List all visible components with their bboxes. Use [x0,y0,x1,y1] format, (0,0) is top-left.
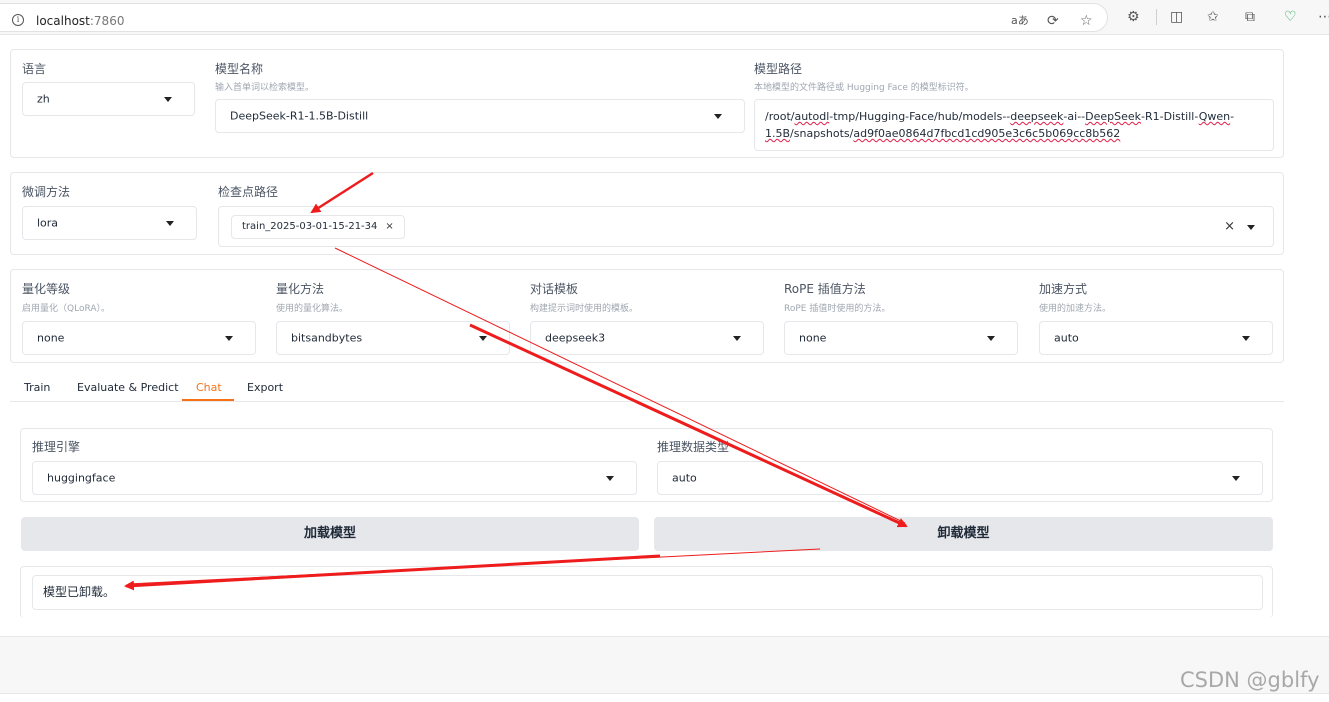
infer-dtype-dropdown[interactable]: auto [657,461,1263,495]
info-icon[interactable]: i [12,14,24,26]
chevron-down-icon [1242,336,1250,341]
booster-dropdown[interactable]: auto [1039,321,1273,355]
model-name-dropdown[interactable]: DeepSeek-R1-1.5B-Distill [215,99,745,133]
finetune-method-label: 微调方法 [22,185,71,199]
language-dropdown[interactable]: zh [22,82,195,116]
checkpoint-path-multiselect[interactable]: train_2025-03-01-15-21-34 × × [218,206,1274,247]
refresh-icon[interactable]: ⟳ [1047,13,1059,29]
model-path-label: 模型路径 [754,62,803,76]
chevron-down-icon [1232,476,1240,481]
quantization-method-dropdown[interactable]: bitsandbytes [276,321,510,355]
chevron-down-icon[interactable] [1247,224,1255,230]
chevron-down-icon [164,97,172,102]
chevron-down-icon [987,336,995,341]
tab-train[interactable]: Train [24,381,50,394]
model-name-label: 模型名称 [215,62,264,76]
more-icon[interactable]: ⋯ [1318,9,1329,25]
quantization-bit-dropdown[interactable]: none [22,321,256,355]
quantization-bit-hint: 启用量化（QLoRA）。 [22,304,110,314]
model-name-hint: 输入首单词以检索模型。 [215,83,315,93]
infer-backend-label: 推理引擎 [32,440,81,454]
checkpoint-path-label: 检查点路径 [218,185,279,199]
quantization-method-hint: 使用的量化算法。 [276,304,349,314]
finetune-method-dropdown[interactable]: lora [22,206,197,240]
rope-scaling-dropdown[interactable]: none [784,321,1018,355]
tab-export[interactable]: Export [247,381,283,394]
chevron-down-icon [225,336,233,341]
model-path-line-2: 1.5B/snapshots/ad9f0ae0864d7fbcd1cd905e3… [765,127,1121,140]
active-tab-indicator [182,399,234,401]
template-hint: 构建提示词时使用的模板。 [530,304,639,314]
clear-icon[interactable]: × [1224,219,1235,234]
booster-label: 加速方式 [1039,282,1088,296]
model-path-line-1: /root/autodl-tmp/Hugging-Face/hub/models… [765,110,1235,123]
load-model-button[interactable]: 加载模型 [21,517,639,551]
tab-chat[interactable]: Chat [196,381,222,394]
chevron-down-icon [733,336,741,341]
info-textbox[interactable]: 模型已卸载。 [32,575,1263,610]
model-path-hint: 本地模型的文件路径或 Hugging Face 的模型标识符。 [754,83,974,93]
inference-settings-panel: 推理引擎 huggingface 推理数据类型 auto [20,428,1273,502]
tab-evaluate-predict[interactable]: Evaluate & Predict [77,381,179,394]
favorite-star-icon[interactable]: ☆ [1080,13,1093,29]
watermark-text: CSDN @gblfy [1180,668,1320,692]
info-panel: 模型已卸载。 [20,566,1273,618]
chevron-down-icon [606,476,614,481]
template-dropdown[interactable]: deepseek3 [530,321,764,355]
chevron-down-icon [479,336,487,341]
chevron-down-icon [166,221,174,226]
infer-dtype-label: 推理数据类型 [657,440,730,454]
infer-backend-dropdown[interactable]: huggingface [32,461,637,495]
advanced-settings-panel: 量化等级 启用量化（QLoRA）。 none 量化方法 使用的量化算法。 bit… [10,269,1284,363]
booster-hint: 使用的加速方法。 [1039,304,1112,314]
toolbar-separator [1156,9,1157,25]
split-screen-icon[interactable]: ◫ [1170,9,1183,25]
language-label: 语言 [22,62,47,76]
rope-scaling-label: RoPE 插值方法 [784,282,866,296]
finetune-panel: 微调方法 lora 检查点路径 train_2025-03-01-15-21-3… [10,172,1284,255]
address-bar[interactable]: i localhost:7860 aあ ⟳ ☆ [0,3,1108,32]
model-settings-panel: 语言 zh 模型名称 输入首单词以检索模型。 DeepSeek-R1-1.5B-… [10,49,1284,158]
rope-scaling-hint: RoPE 插值时使用的方法。 [784,304,891,314]
browser-essentials-icon[interactable]: ♡ [1284,9,1297,25]
favorites-icon[interactable]: ✩ [1207,9,1219,25]
model-path-input[interactable]: /root/autodl-tmp/Hugging-Face/hub/models… [754,99,1274,151]
chevron-down-icon [714,114,722,119]
template-label: 对话模板 [530,282,579,296]
chip-close-icon[interactable]: × [385,221,393,232]
footer-area [0,636,1329,694]
quantization-method-label: 量化方法 [276,282,325,296]
collections-icon[interactable]: ⧉ [1245,9,1255,25]
browser-toolbar: i localhost:7860 aあ ⟳ ☆ ⚙ ◫ ✩ ⧉ ♡ ⋯ [0,0,1329,35]
url-text[interactable]: localhost:7860 [36,14,124,28]
extensions-icon[interactable]: ⚙ [1127,9,1140,25]
read-aloud-icon[interactable]: aあ [1011,13,1029,29]
main-tabs: Train Evaluate & Predict Chat Export [10,374,1284,402]
quantization-bit-label: 量化等级 [22,282,71,296]
checkpoint-chip[interactable]: train_2025-03-01-15-21-34 × [231,215,405,239]
unload-model-button[interactable]: 卸载模型 [654,517,1273,551]
